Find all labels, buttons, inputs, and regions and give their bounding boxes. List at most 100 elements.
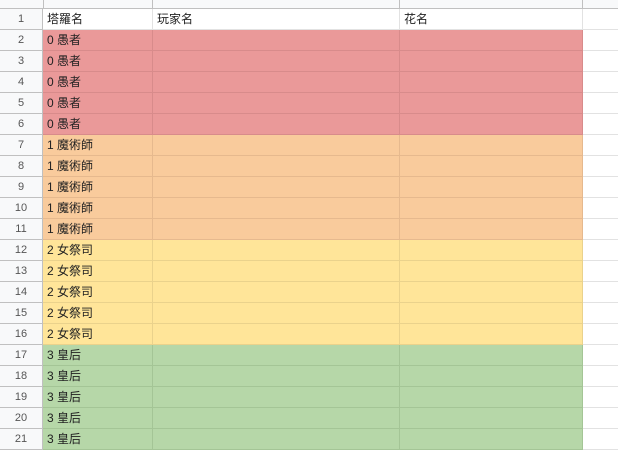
cell-player-name[interactable] (153, 156, 400, 177)
cell-player-name[interactable] (153, 30, 400, 51)
row-number[interactable]: 11 (0, 219, 43, 240)
cell-empty[interactable] (583, 72, 618, 93)
row-number[interactable]: 21 (0, 429, 43, 450)
row-number[interactable]: 2 (0, 30, 43, 51)
cell-tarot-name[interactable]: 1 魔術師 (43, 135, 153, 156)
cell-flower-name[interactable] (400, 345, 583, 366)
cell-flower-name[interactable] (400, 93, 583, 114)
cell-tarot-name[interactable]: 1 魔術師 (43, 198, 153, 219)
cell-empty[interactable] (583, 93, 618, 114)
cell-player-name[interactable] (153, 408, 400, 429)
cell-tarot-name[interactable]: 0 愚者 (43, 30, 153, 51)
cell-player-name[interactable] (153, 198, 400, 219)
cell-header-player-name[interactable]: 玩家名 (153, 9, 400, 30)
cell-flower-name[interactable] (400, 429, 583, 450)
row-number[interactable]: 1 (0, 9, 43, 30)
cell-empty[interactable] (583, 219, 618, 240)
row-number[interactable]: 17 (0, 345, 43, 366)
cell-tarot-name[interactable]: 2 女祭司 (43, 303, 153, 324)
cell-header-flower-name[interactable]: 花名 (400, 9, 583, 30)
cell-empty[interactable] (583, 324, 618, 345)
cell-player-name[interactable] (153, 240, 400, 261)
cell-empty[interactable] (583, 345, 618, 366)
cell-flower-name[interactable] (400, 219, 583, 240)
column-divider[interactable] (399, 0, 400, 8)
cell-player-name[interactable] (153, 387, 400, 408)
cell-player-name[interactable] (153, 303, 400, 324)
row-number[interactable]: 7 (0, 135, 43, 156)
cell-player-name[interactable] (153, 219, 400, 240)
row-number[interactable]: 14 (0, 282, 43, 303)
cell-empty[interactable] (583, 177, 618, 198)
cell-tarot-name[interactable]: 3 皇后 (43, 387, 153, 408)
cell-player-name[interactable] (153, 261, 400, 282)
cell-empty[interactable] (583, 156, 618, 177)
cell-flower-name[interactable] (400, 324, 583, 345)
cell-tarot-name[interactable]: 2 女祭司 (43, 240, 153, 261)
cell-empty[interactable] (583, 429, 618, 450)
cell-flower-name[interactable] (400, 177, 583, 198)
cell-empty[interactable] (583, 387, 618, 408)
cell-empty[interactable] (583, 114, 618, 135)
cell-tarot-name[interactable]: 3 皇后 (43, 366, 153, 387)
cell-flower-name[interactable] (400, 303, 583, 324)
row-number[interactable]: 8 (0, 156, 43, 177)
cell-player-name[interactable] (153, 345, 400, 366)
cell-flower-name[interactable] (400, 135, 583, 156)
cell-flower-name[interactable] (400, 366, 583, 387)
cell-empty[interactable] (583, 282, 618, 303)
cell-empty[interactable] (583, 51, 618, 72)
cell-flower-name[interactable] (400, 72, 583, 93)
cell-player-name[interactable] (153, 93, 400, 114)
row-number[interactable]: 9 (0, 177, 43, 198)
cell-tarot-name[interactable]: 1 魔術師 (43, 219, 153, 240)
cell-tarot-name[interactable]: 3 皇后 (43, 408, 153, 429)
cell-empty[interactable] (583, 408, 618, 429)
cell-player-name[interactable] (153, 282, 400, 303)
row-number[interactable]: 18 (0, 366, 43, 387)
cell-player-name[interactable] (153, 324, 400, 345)
row-number[interactable]: 12 (0, 240, 43, 261)
row-number[interactable]: 13 (0, 261, 43, 282)
cell-tarot-name[interactable]: 0 愚者 (43, 114, 153, 135)
cell-tarot-name[interactable]: 1 魔術師 (43, 156, 153, 177)
cell-flower-name[interactable] (400, 156, 583, 177)
cell-empty[interactable] (583, 366, 618, 387)
row-number[interactable]: 4 (0, 72, 43, 93)
cell-player-name[interactable] (153, 177, 400, 198)
cell-flower-name[interactable] (400, 282, 583, 303)
row-number[interactable]: 15 (0, 303, 43, 324)
row-number[interactable]: 20 (0, 408, 43, 429)
select-all-corner[interactable] (0, 0, 44, 8)
cell-player-name[interactable] (153, 135, 400, 156)
cell-player-name[interactable] (153, 51, 400, 72)
cell-tarot-name[interactable]: 0 愚者 (43, 93, 153, 114)
cell-flower-name[interactable] (400, 261, 583, 282)
cell-flower-name[interactable] (400, 408, 583, 429)
cell-empty[interactable] (583, 30, 618, 51)
row-number[interactable]: 5 (0, 93, 43, 114)
column-divider[interactable] (582, 0, 583, 8)
cell-tarot-name[interactable]: 1 魔術師 (43, 177, 153, 198)
cell-empty[interactable] (583, 261, 618, 282)
cell-tarot-name[interactable]: 2 女祭司 (43, 282, 153, 303)
cell-header-tarot-name[interactable]: 塔羅名 (43, 9, 153, 30)
cell-flower-name[interactable] (400, 240, 583, 261)
row-number[interactable]: 10 (0, 198, 43, 219)
cell-flower-name[interactable] (400, 114, 583, 135)
row-number[interactable]: 16 (0, 324, 43, 345)
cell-player-name[interactable] (153, 72, 400, 93)
cell-flower-name[interactable] (400, 30, 583, 51)
column-divider[interactable] (152, 0, 153, 8)
cell-tarot-name[interactable]: 3 皇后 (43, 429, 153, 450)
cell-tarot-name[interactable]: 2 女祭司 (43, 261, 153, 282)
cell-empty[interactable] (583, 240, 618, 261)
cell-player-name[interactable] (153, 429, 400, 450)
row-number[interactable]: 3 (0, 51, 43, 72)
cell-player-name[interactable] (153, 366, 400, 387)
cell-empty[interactable] (583, 135, 618, 156)
cell-tarot-name[interactable]: 0 愚者 (43, 72, 153, 93)
cell-empty[interactable] (583, 303, 618, 324)
cell-flower-name[interactable] (400, 198, 583, 219)
row-number[interactable]: 6 (0, 114, 43, 135)
